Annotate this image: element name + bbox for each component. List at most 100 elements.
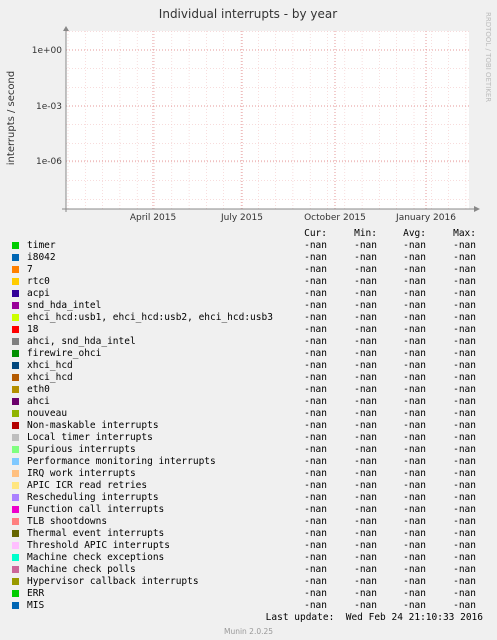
legend-value-avg: -nan <box>403 276 426 287</box>
legend-value-max: -nan <box>453 564 476 575</box>
legend-swatch <box>12 458 19 465</box>
legend-swatch <box>12 434 19 441</box>
legend-label: Rescheduling interrupts <box>27 492 159 503</box>
legend-value-max: -nan <box>453 408 476 419</box>
legend-value-min: -nan <box>354 288 377 299</box>
legend-value-avg: -nan <box>403 336 426 347</box>
legend-value-cur: -nan <box>304 528 327 539</box>
legend-row: xhci_hcd -nan -nan -nan -nan <box>0 360 497 372</box>
legend-label: 7 <box>27 264 33 275</box>
legend-value-max: -nan <box>453 396 476 407</box>
legend-value-cur: -nan <box>304 276 327 287</box>
legend-value-min: -nan <box>354 576 377 587</box>
legend-row: Machine check exceptions -nan -nan -nan -nan <box>0 552 497 564</box>
legend-row: Machine check polls -nan -nan -nan -nan <box>0 564 497 576</box>
legend-value-min: -nan <box>354 540 377 551</box>
legend-value-cur: -nan <box>304 552 327 563</box>
y-tick-label: 1e-06 <box>36 157 62 167</box>
legend-value-cur: -nan <box>304 432 327 443</box>
legend-value-cur: -nan <box>304 312 327 323</box>
legend-value-cur: -nan <box>304 540 327 551</box>
legend-value-min: -nan <box>354 264 377 275</box>
legend-label: APIC ICR read retries <box>27 480 148 491</box>
legend-value-cur: -nan <box>304 384 327 395</box>
legend-value-max: -nan <box>453 468 476 479</box>
legend-value-cur: -nan <box>304 348 327 359</box>
legend-value-min: -nan <box>354 420 377 431</box>
legend-swatch <box>12 470 19 477</box>
legend-row: Function call interrupts -nan -nan -nan -nan <box>0 504 497 516</box>
legend-value-avg: -nan <box>403 576 426 587</box>
legend-label: Hypervisor callback interrupts <box>27 576 199 587</box>
legend-value-avg: -nan <box>403 432 426 443</box>
legend-value-min: -nan <box>354 504 377 515</box>
legend-swatch <box>12 398 19 405</box>
legend-swatch <box>12 338 19 345</box>
legend-label: TLB shootdowns <box>27 516 108 527</box>
legend-swatch <box>12 446 19 453</box>
legend-label: i8042 <box>27 252 56 263</box>
legend-value-avg: -nan <box>403 396 426 407</box>
legend-value-cur: -nan <box>304 288 327 299</box>
legend-value-avg: -nan <box>403 492 426 503</box>
legend-row: TLB shootdowns -nan -nan -nan -nan <box>0 516 497 528</box>
legend-value-max: -nan <box>453 312 476 323</box>
legend-row: Non-maskable interrupts -nan -nan -nan -nan <box>0 420 497 432</box>
header-cur: Cur: <box>304 228 327 239</box>
legend-value-cur: -nan <box>304 264 327 275</box>
legend-value-cur: -nan <box>304 456 327 467</box>
x-tick-label: April 2015 <box>130 213 176 223</box>
legend-row: 18 -nan -nan -nan -nan <box>0 324 497 336</box>
legend-value-min: -nan <box>354 564 377 575</box>
legend-value-avg: -nan <box>403 504 426 515</box>
legend-value-min: -nan <box>354 432 377 443</box>
legend-swatch <box>12 494 19 501</box>
legend-value-min: -nan <box>354 240 377 251</box>
plot-area <box>66 31 469 209</box>
legend-value-avg: -nan <box>403 312 426 323</box>
legend-value-min: -nan <box>354 252 377 263</box>
legend-value-cur: -nan <box>304 564 327 575</box>
legend-value-min: -nan <box>354 456 377 467</box>
legend-swatch <box>12 314 19 321</box>
legend-value-max: -nan <box>453 288 476 299</box>
legend-label: xhci_hcd <box>27 360 73 371</box>
legend-value-avg: -nan <box>403 420 426 431</box>
legend-value-cur: -nan <box>304 600 327 611</box>
legend-swatch <box>12 542 19 549</box>
y-axis-arrow <box>63 26 69 31</box>
y-axis-label: interrupts / second <box>6 71 17 165</box>
legend-row: snd_hda_intel -nan -nan -nan -nan <box>0 300 497 312</box>
legend-row: Spurious interrupts -nan -nan -nan -nan <box>0 444 497 456</box>
legend-value-cur: -nan <box>304 420 327 431</box>
legend-value-cur: -nan <box>304 444 327 455</box>
legend-value-max: -nan <box>453 444 476 455</box>
legend-value-cur: -nan <box>304 516 327 527</box>
legend-label: Machine check polls <box>27 564 136 575</box>
legend-row: timer -nan -nan -nan -nan <box>0 240 497 252</box>
legend-value-avg: -nan <box>403 348 426 359</box>
legend-swatch <box>12 278 19 285</box>
legend-label: ERR <box>27 588 45 599</box>
legend-value-max: -nan <box>453 240 476 251</box>
legend-value-min: -nan <box>354 360 377 371</box>
legend-value-min: -nan <box>354 300 377 311</box>
legend-row: Hypervisor callback interrupts -nan -nan -n… <box>0 576 497 588</box>
legend-value-max: -nan <box>453 420 476 431</box>
legend-swatch <box>12 386 19 393</box>
legend-swatch <box>12 266 19 273</box>
legend-row: Thermal event interrupts -nan -nan -nan -nan <box>0 528 497 540</box>
legend-swatch <box>12 362 19 369</box>
legend-value-min: -nan <box>354 600 377 611</box>
legend-value-max: -nan <box>453 360 476 371</box>
x-tick-label: January 2016 <box>395 213 456 223</box>
x-tick-label: July 2015 <box>220 213 263 223</box>
legend-row: xhci_hcd -nan -nan -nan -nan <box>0 372 497 384</box>
legend-swatch <box>12 506 19 513</box>
legend-label: Local timer interrupts <box>27 432 153 443</box>
legend-value-min: -nan <box>354 372 377 383</box>
legend-value-min: -nan <box>354 396 377 407</box>
legend-value-avg: -nan <box>403 588 426 599</box>
legend-value-cur: -nan <box>304 408 327 419</box>
legend-swatch <box>12 410 19 417</box>
